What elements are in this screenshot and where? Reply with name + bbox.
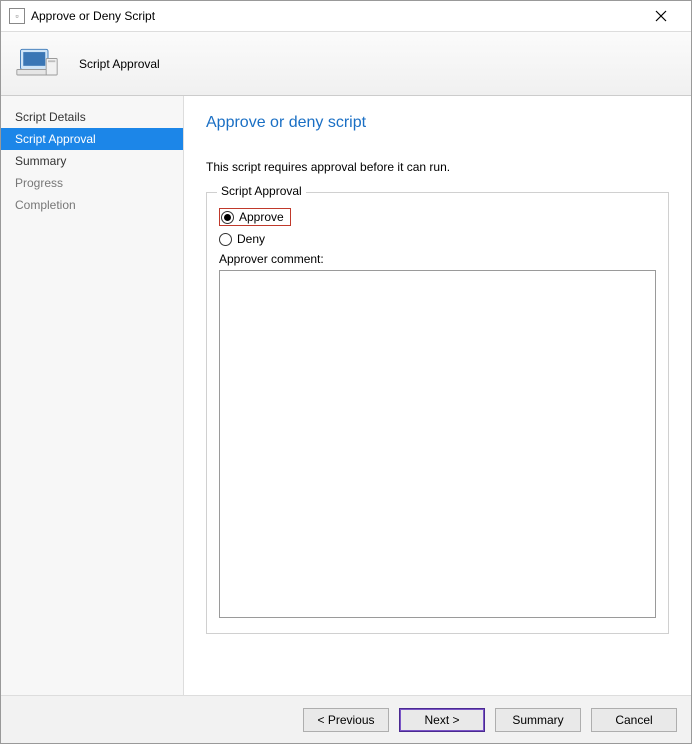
wizard-sidebar: Script Details Script Approval Summary P… <box>1 96 184 695</box>
cancel-button[interactable]: Cancel <box>591 708 677 732</box>
close-button[interactable] <box>639 2 683 30</box>
group-legend: Script Approval <box>217 184 306 198</box>
sidebar-item-completion[interactable]: Completion <box>1 194 183 216</box>
wizard-footer: < Previous Next > Summary Cancel <box>1 695 691 743</box>
header-title: Script Approval <box>79 57 160 71</box>
window-title: Approve or Deny Script <box>31 9 639 23</box>
radio-dot-icon <box>221 211 234 224</box>
script-approval-group: Script Approval Approve Deny Approver co… <box>206 192 669 634</box>
radio-deny-label: Deny <box>237 232 265 246</box>
computer-icon <box>15 42 59 86</box>
comment-label: Approver comment: <box>219 252 656 266</box>
approver-comment-textarea[interactable] <box>219 270 656 618</box>
radio-deny[interactable]: Deny <box>219 232 656 246</box>
page-subtext: This script requires approval before it … <box>206 160 669 174</box>
next-button[interactable]: Next > <box>399 708 485 732</box>
radio-dot-icon <box>219 233 232 246</box>
sidebar-item-summary[interactable]: Summary <box>1 150 183 172</box>
window-icon: ▫ <box>9 8 25 24</box>
summary-button[interactable]: Summary <box>495 708 581 732</box>
close-icon <box>655 10 667 22</box>
radio-approve-label: Approve <box>239 210 284 224</box>
content-pane: Approve or deny script This script requi… <box>184 96 691 695</box>
header-band: Script Approval <box>1 31 691 96</box>
sidebar-item-script-details[interactable]: Script Details <box>1 106 183 128</box>
main-area: Script Details Script Approval Summary P… <box>1 96 691 695</box>
previous-button[interactable]: < Previous <box>303 708 389 732</box>
titlebar: ▫ Approve or Deny Script <box>1 1 691 31</box>
page-title: Approve or deny script <box>206 114 669 132</box>
radio-approve[interactable]: Approve <box>219 208 291 226</box>
sidebar-item-progress[interactable]: Progress <box>1 172 183 194</box>
sidebar-item-script-approval[interactable]: Script Approval <box>1 128 183 150</box>
